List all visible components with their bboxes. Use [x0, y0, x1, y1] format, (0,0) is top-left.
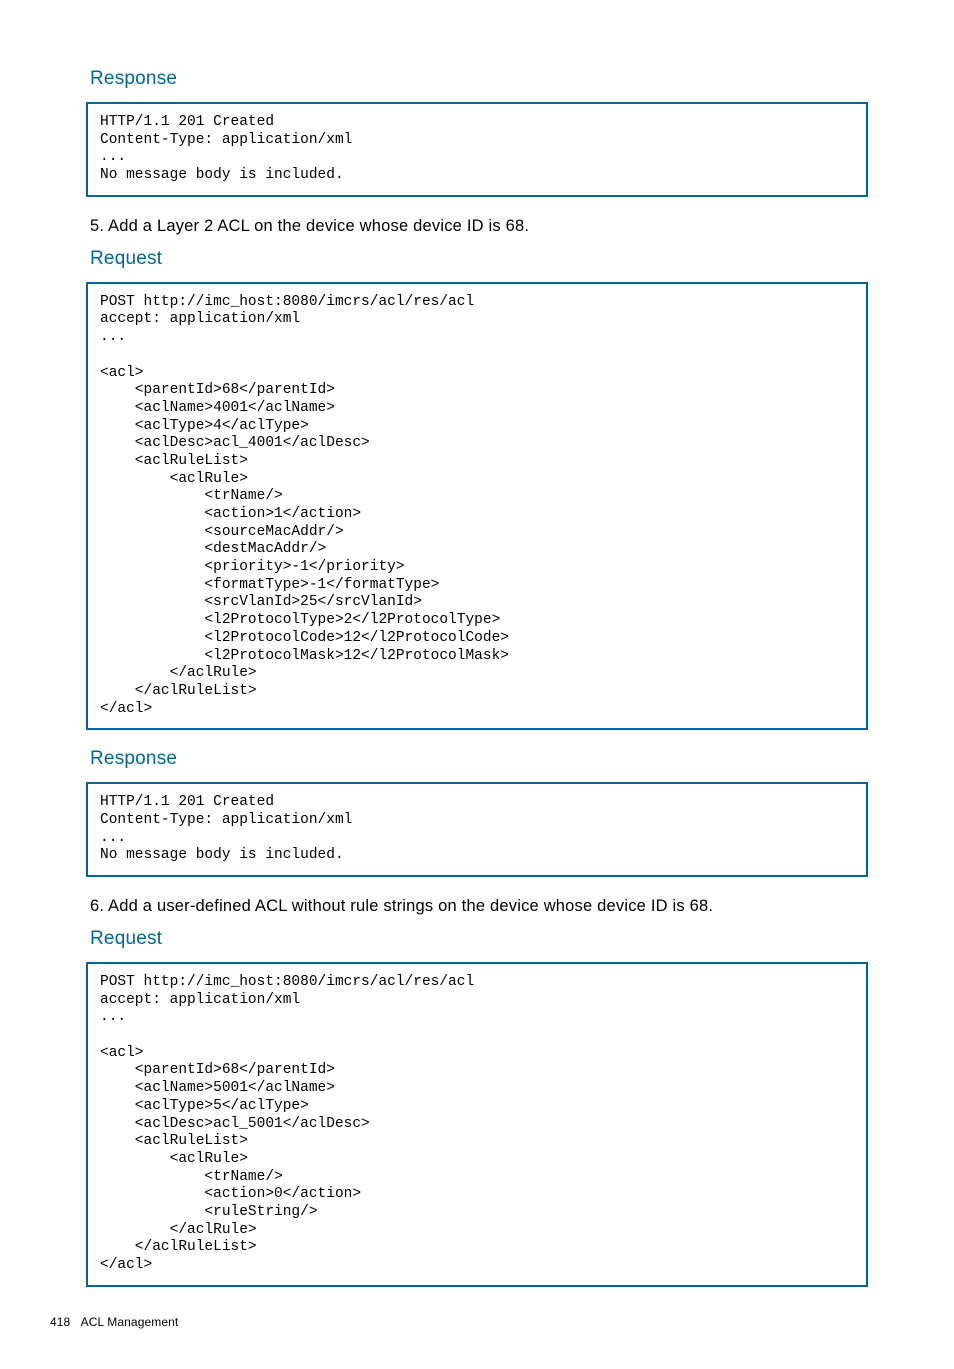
code-block: HTTP/1.1 201 Created Content-Type: appli… — [86, 782, 868, 877]
body-text: 6. Add a user-defined ACL without rule s… — [90, 897, 874, 916]
section-heading: Response — [90, 68, 874, 90]
footer-chapter: ACL Management — [81, 1315, 179, 1329]
section-heading: Response — [90, 748, 874, 770]
section-heading: Request — [90, 248, 874, 270]
body-text: 5. Add a Layer 2 ACL on the device whose… — [90, 217, 874, 236]
section-heading: Request — [90, 928, 874, 950]
page-number: 418 — [50, 1315, 70, 1329]
code-block: HTTP/1.1 201 Created Content-Type: appli… — [86, 102, 868, 197]
page-footer: 418 ACL Management — [50, 1315, 874, 1329]
code-block: POST http://imc_host:8080/imcrs/acl/res/… — [86, 282, 868, 731]
code-block: POST http://imc_host:8080/imcrs/acl/res/… — [86, 962, 868, 1287]
